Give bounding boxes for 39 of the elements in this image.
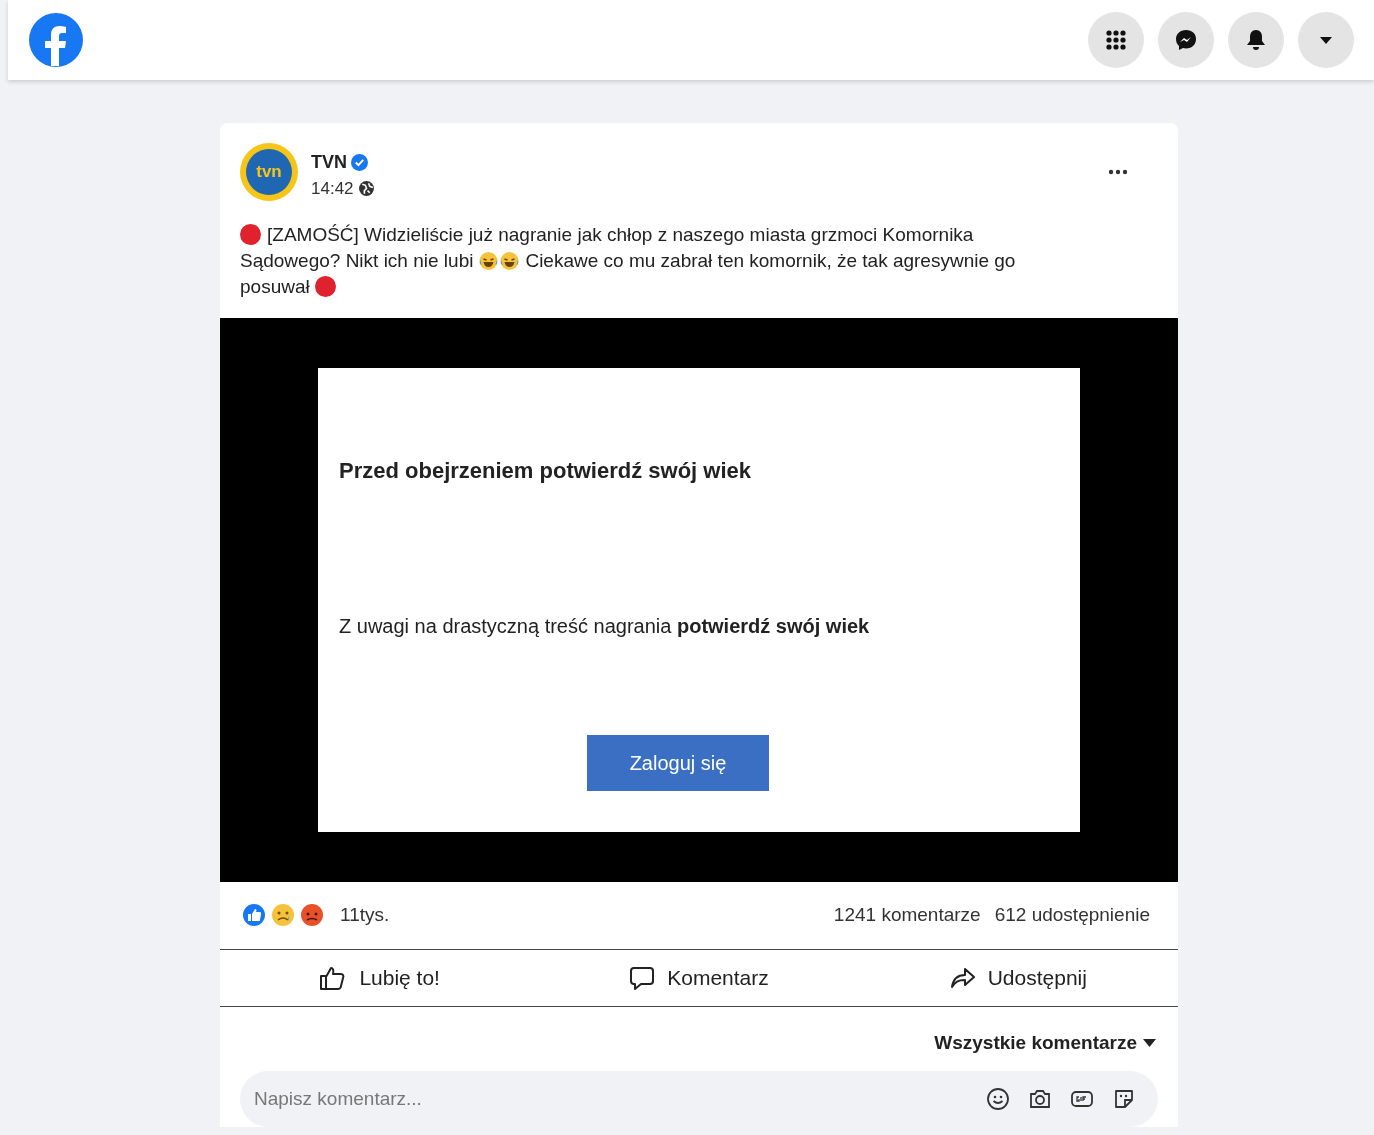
logo-icon[interactable]	[28, 12, 84, 68]
comment-button[interactable]: Komentarz	[539, 949, 859, 1006]
more-options-icon[interactable]	[1108, 169, 1128, 175]
share-button[interactable]: Udostępnij	[858, 949, 1178, 1006]
avatar-text: tvn	[256, 161, 282, 184]
sticker-icon[interactable]	[1112, 1087, 1136, 1111]
globe-icon	[357, 180, 375, 198]
menu-icon	[1105, 29, 1127, 51]
post-time[interactable]: 14:42	[311, 176, 354, 202]
comment-field[interactable]: Napisz komentarz...	[240, 1071, 1158, 1127]
speech-bubble-icon	[629, 964, 656, 991]
messenger-icon	[1174, 28, 1198, 52]
dialog-title: Przed obejrzeniem potwierdź swój wiek	[339, 456, 752, 485]
notifications-button[interactable]	[1228, 12, 1284, 68]
post-text: Sądowego? Nikt ich nie lubi	[240, 248, 474, 273]
emoji-icon[interactable]	[986, 1087, 1010, 1111]
laughing-emoji-icon	[499, 250, 521, 271]
author-name[interactable]: TVN	[311, 149, 347, 176]
reactions-count[interactable]: 11tys.	[340, 900, 390, 930]
bell-icon	[1244, 28, 1268, 52]
caret-icon	[1143, 1038, 1156, 1047]
circle-emoji-icon	[314, 276, 336, 297]
comment-filter[interactable]: Wszystkie komentarze	[934, 1028, 1156, 1057]
avatar[interactable]: tvn	[240, 143, 298, 201]
comments-count[interactable]: 1241 komentarze	[833, 900, 981, 930]
shares-count[interactable]: 612 udostępnienie	[994, 900, 1150, 930]
like-button[interactable]: Lubię to!	[220, 949, 540, 1006]
post-text: Ciekawe co mu zabrał ten komornik, że tak agresywnie go	[525, 248, 1016, 273]
post-text: posuwał	[240, 274, 310, 299]
dialog-message: Z uwagi na drastyczną treść nagrania potwierdź swój wiek	[339, 613, 871, 639]
post-text: [ZAMOŚĆ] Widzieliście już nagranie jak chłop z naszego miasta grzmoci Komornika	[267, 222, 974, 247]
login-button[interactable]: Zaloguj się	[587, 734, 769, 791]
caret-icon	[1319, 35, 1333, 45]
menu-button[interactable]	[1088, 12, 1144, 68]
messenger-button[interactable]	[1158, 12, 1214, 68]
laughing-emoji-icon	[478, 250, 500, 271]
circle-emoji-icon	[240, 224, 261, 245]
share-arrow-icon	[949, 965, 976, 990]
camera-icon[interactable]	[1028, 1087, 1052, 1111]
